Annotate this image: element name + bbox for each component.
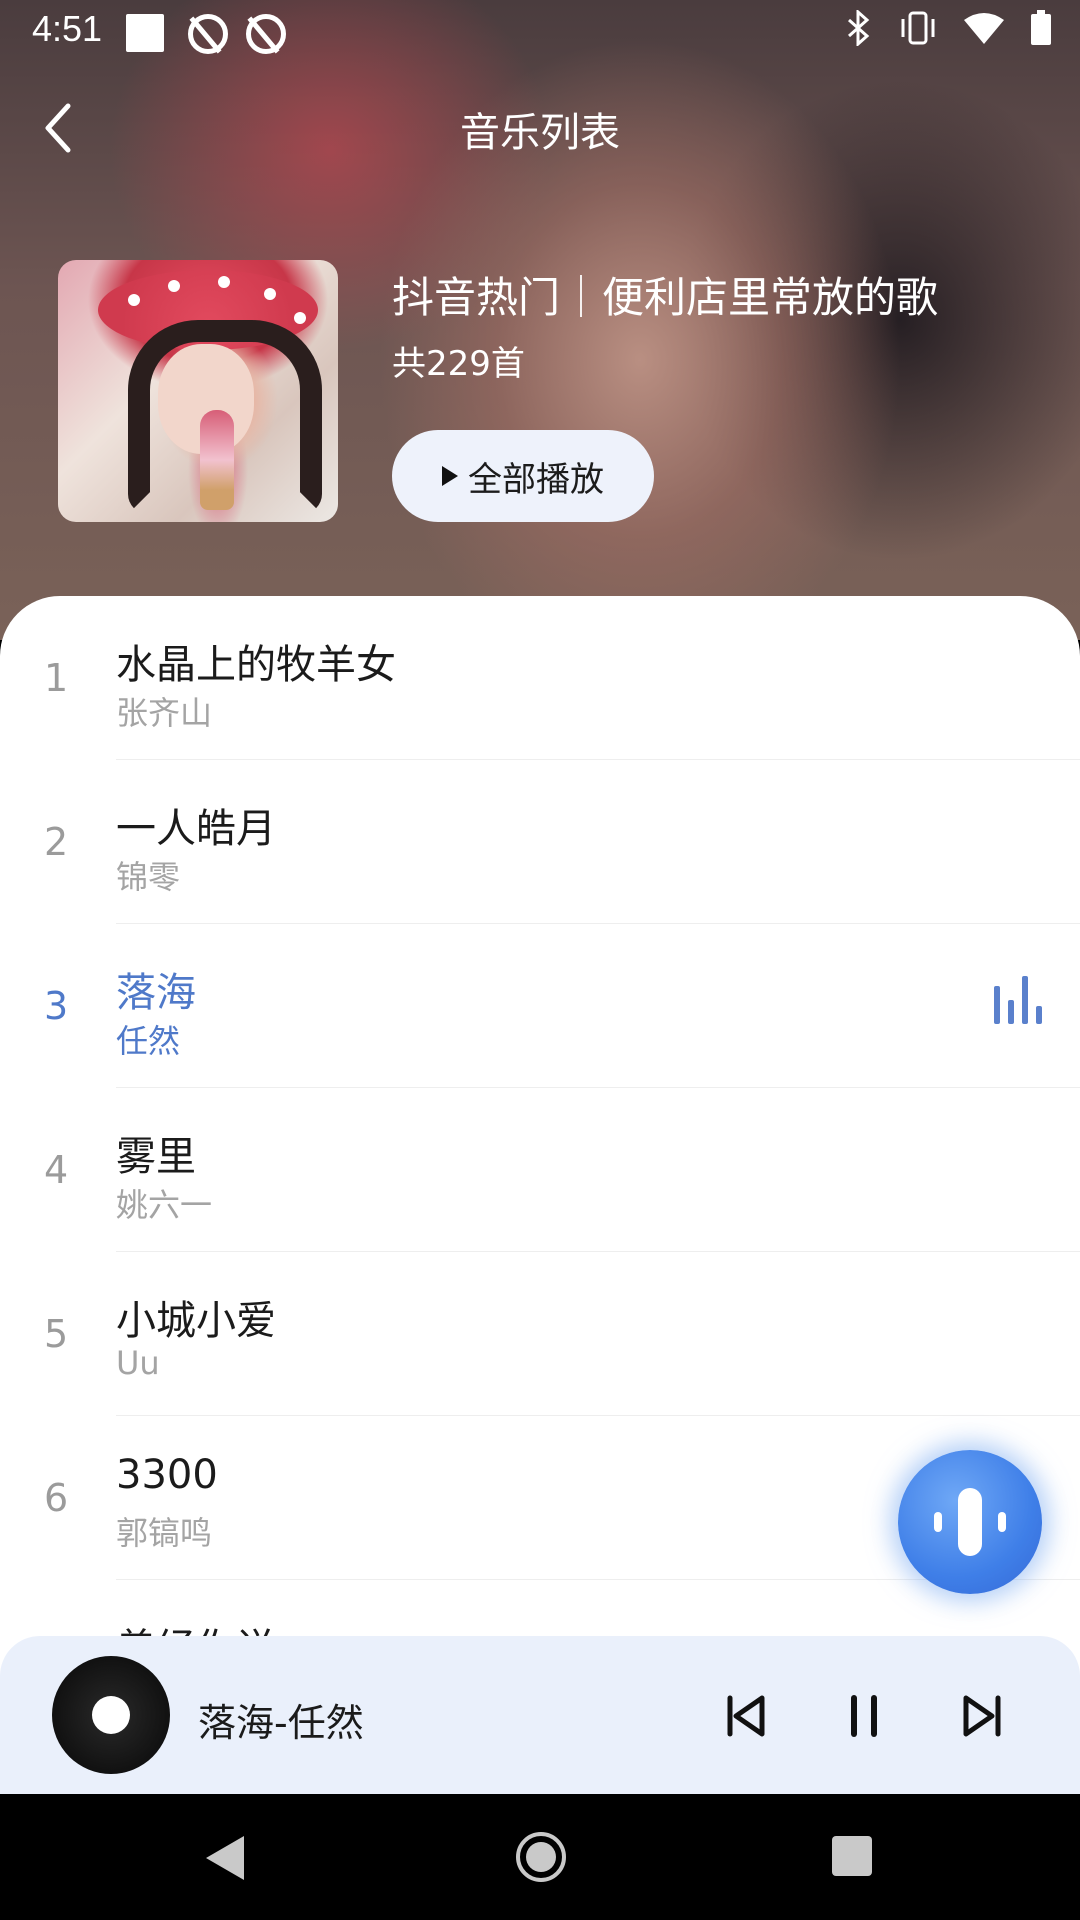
song-artist: Uu bbox=[116, 1344, 160, 1382]
song-artist: 张齐山 bbox=[116, 694, 213, 732]
battery-icon bbox=[1031, 10, 1051, 45]
playlist-song-count: 共229首 bbox=[392, 344, 525, 384]
playlist-title: 抖音热门｜便利店里常放的歌 bbox=[392, 273, 939, 322]
notification-icon bbox=[126, 14, 164, 52]
song-title: 3300 bbox=[116, 1452, 218, 1498]
song-title: 一人皓月 bbox=[116, 806, 276, 852]
vibrate-icon bbox=[901, 11, 935, 45]
song-row[interactable]: 5 小城小爱 Uu bbox=[0, 1252, 1080, 1416]
mic-wave-left bbox=[934, 1512, 942, 1532]
play-all-label: 全部播放 bbox=[468, 459, 604, 500]
nav-back-icon[interactable] bbox=[206, 1836, 244, 1880]
app-notification-icon bbox=[246, 14, 286, 54]
song-row[interactable]: 4 雾里 姚六一 bbox=[0, 1088, 1080, 1252]
pause-icon[interactable] bbox=[836, 1688, 892, 1744]
song-artist: 郭镐鸣 bbox=[116, 1514, 213, 1552]
song-artist: 姚六一 bbox=[116, 1186, 213, 1224]
mini-player[interactable]: 落海-任然 bbox=[0, 1636, 1080, 1794]
song-artist: 锦零 bbox=[116, 858, 181, 896]
nav-home-icon[interactable] bbox=[516, 1832, 566, 1882]
previous-track-icon[interactable] bbox=[718, 1688, 774, 1744]
song-index: 6 bbox=[44, 1476, 69, 1520]
song-title: 小城小爱 bbox=[116, 1298, 276, 1344]
song-index: 5 bbox=[44, 1312, 69, 1356]
bluetooth-icon bbox=[848, 10, 870, 46]
status-icons bbox=[846, 10, 1052, 46]
song-title: 落海 bbox=[116, 970, 196, 1016]
song-artist: 任然 bbox=[116, 1022, 181, 1060]
status-bar: 4:51 bbox=[0, 0, 1080, 64]
song-index: 4 bbox=[44, 1148, 69, 1192]
wifi-icon bbox=[964, 13, 1004, 44]
song-row[interactable]: 1 水晶上的牧羊女 张齐山 bbox=[0, 596, 1080, 760]
app-notification-icon bbox=[188, 14, 228, 54]
system-navigation-bar bbox=[0, 1794, 1080, 1920]
page-title: 音乐列表 bbox=[460, 110, 620, 156]
song-list: 1 水晶上的牧羊女 张齐山 2 一人皓月 锦零 3 落海 任然 4 雾里 姚六一… bbox=[0, 596, 1080, 1796]
now-playing-equalizer-icon bbox=[994, 976, 1044, 1024]
next-track-icon[interactable] bbox=[954, 1688, 1010, 1744]
song-row[interactable]: 2 一人皓月 锦零 bbox=[0, 760, 1080, 924]
voice-assistant-button[interactable] bbox=[898, 1450, 1042, 1594]
album-disc-icon bbox=[52, 1656, 170, 1774]
song-index: 1 bbox=[44, 656, 69, 700]
mic-wave-right bbox=[998, 1512, 1006, 1532]
microphone-icon bbox=[958, 1488, 982, 1556]
play-icon bbox=[442, 466, 458, 486]
nav-recents-icon[interactable] bbox=[832, 1836, 872, 1876]
song-title: 水晶上的牧羊女 bbox=[116, 642, 396, 688]
song-title: 雾里 bbox=[116, 1134, 196, 1180]
status-time: 4:51 bbox=[32, 8, 103, 49]
now-playing-label: 落海-任然 bbox=[198, 1701, 364, 1745]
song-index: 3 bbox=[44, 984, 69, 1028]
play-all-button[interactable]: 全部播放 bbox=[392, 430, 654, 522]
song-index: 2 bbox=[44, 820, 69, 864]
playlist-cover bbox=[58, 260, 338, 522]
song-row-playing[interactable]: 3 落海 任然 bbox=[0, 924, 1080, 1088]
